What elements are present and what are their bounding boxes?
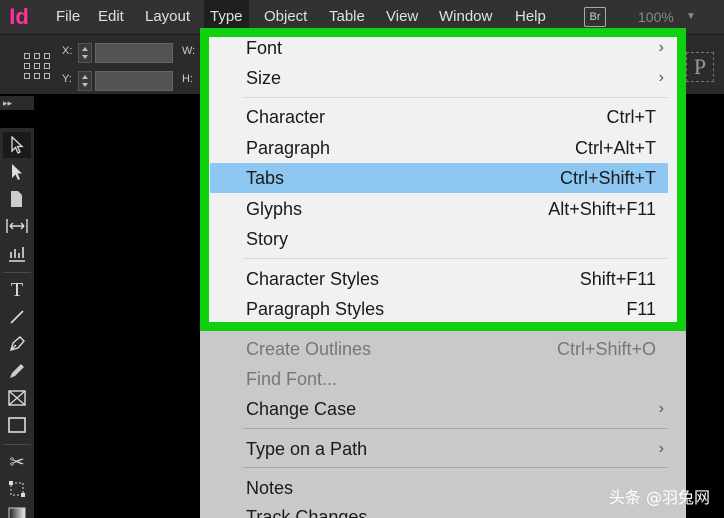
menu-item-size[interactable]: Size › — [210, 63, 668, 93]
menu-item-shortcut: Ctrl+Shift+T — [559, 168, 656, 188]
chevron-right-icon: › — [658, 440, 664, 457]
scissors-tool-icon[interactable]: ✂ — [3, 449, 31, 475]
menu-item-label: Paragraph Styles — [246, 299, 385, 319]
menu-item-label: Find Font... — [246, 369, 338, 389]
menu-item-label: Character Styles — [246, 269, 380, 289]
menu-item-font[interactable]: Font › — [210, 33, 668, 63]
menu-item-shortcut: Ctrl+Shift+O — [556, 339, 656, 359]
content-collector-icon[interactable] — [3, 240, 31, 266]
menu-item-label: Type on a Path — [246, 439, 368, 459]
x-field[interactable] — [95, 43, 173, 63]
y-stepper[interactable] — [78, 71, 92, 91]
menu-edit[interactable]: Edit — [98, 0, 124, 34]
gradient-tool-icon[interactable] — [3, 501, 31, 518]
pencil-tool-icon[interactable] — [3, 358, 31, 384]
line-tool-icon[interactable] — [3, 304, 31, 330]
y-field[interactable] — [95, 71, 173, 91]
menu-item-label: Paragraph — [246, 138, 331, 158]
bridge-button[interactable]: Br — [584, 7, 606, 27]
chevron-right-icon: › — [658, 39, 664, 56]
menu-item-paragraph-styles[interactable]: Paragraph Styles F11 — [210, 294, 668, 324]
menu-item-label: Create Outlines — [246, 339, 372, 359]
reference-point-icon[interactable] — [24, 53, 50, 79]
menu-item-shortcut: Shift+F11 — [579, 269, 656, 289]
menu-item-type-on-path[interactable]: Type on a Path › — [210, 434, 668, 464]
menu-item-glyphs[interactable]: Glyphs Alt+Shift+F11 — [210, 194, 668, 224]
menu-item-shortcut: Ctrl+T — [606, 107, 657, 127]
type-tool-icon[interactable]: T — [3, 277, 31, 303]
menu-item-shortcut: F11 — [626, 299, 656, 319]
menu-divider — [243, 467, 668, 468]
menu-item-character[interactable]: Character Ctrl+T — [210, 102, 668, 132]
menu-item-label: Track Changes — [246, 507, 368, 518]
h-label: H: — [182, 73, 193, 85]
menu-file[interactable]: File — [56, 0, 80, 34]
menu-item-label: Change Case — [246, 399, 357, 419]
gap-tool-icon[interactable] — [3, 213, 31, 239]
chevron-right-icon: › — [658, 400, 664, 417]
menu-item-label: Font — [246, 38, 283, 58]
menu-item-label: Notes — [246, 478, 294, 498]
menu-divider — [243, 97, 668, 98]
pen-tool-icon[interactable] — [3, 331, 31, 357]
menu-item-label: Tabs — [246, 168, 285, 188]
menu-item-label: Story — [246, 229, 289, 249]
menu-item-create-outlines[interactable]: Create Outlines Ctrl+Shift+O — [210, 334, 668, 364]
menu-item-change-case[interactable]: Change Case › — [210, 394, 668, 424]
menu-item-find-font[interactable]: Find Font... — [210, 364, 668, 394]
rectangle-tool-icon[interactable] — [3, 412, 31, 438]
menu-item-label: Glyphs — [246, 199, 303, 219]
collapse-panel-icon[interactable]: ▸▸ — [0, 96, 34, 110]
menu-item-tabs[interactable]: Tabs Ctrl+Shift+T — [210, 163, 668, 193]
x-label: X: — [62, 45, 73, 57]
menu-item-label: Character — [246, 107, 326, 127]
menu-item-track-changes[interactable]: Track Changes — [210, 502, 668, 518]
selection-tool-icon[interactable] — [3, 132, 31, 158]
menu-item-shortcut: Alt+Shift+F11 — [548, 199, 656, 219]
chevron-down-icon[interactable]: ▼ — [686, 0, 696, 34]
menu-layout[interactable]: Layout — [145, 0, 190, 34]
page-tool-icon[interactable] — [3, 186, 31, 212]
chevron-right-icon: › — [658, 69, 664, 86]
menu-divider — [243, 428, 668, 429]
menu-item-story[interactable]: Story — [210, 224, 668, 254]
direct-selection-tool-icon[interactable] — [3, 159, 31, 185]
y-label: Y: — [62, 73, 72, 85]
tools-panel: T ✂ — [0, 128, 34, 518]
free-transform-tool-icon[interactable] — [3, 476, 31, 502]
menu-item-character-styles[interactable]: Character Styles Shift+F11 — [210, 264, 668, 294]
menu-item-label: Size — [246, 68, 282, 88]
menu-divider — [243, 258, 668, 259]
x-stepper[interactable] — [78, 43, 92, 63]
w-label: W: — [182, 45, 196, 57]
indesign-logo: Id — [9, 4, 29, 29]
watermark: 头条 @羽兔网 — [608, 488, 710, 507]
text-frame-proxy-icon[interactable]: P — [686, 52, 714, 82]
menu-item-shortcut: Ctrl+Alt+T — [574, 138, 656, 158]
rectangle-frame-tool-icon[interactable] — [3, 385, 31, 411]
menu-item-notes[interactable]: Notes — [210, 473, 668, 503]
menu-item-paragraph[interactable]: Paragraph Ctrl+Alt+T — [210, 133, 668, 163]
